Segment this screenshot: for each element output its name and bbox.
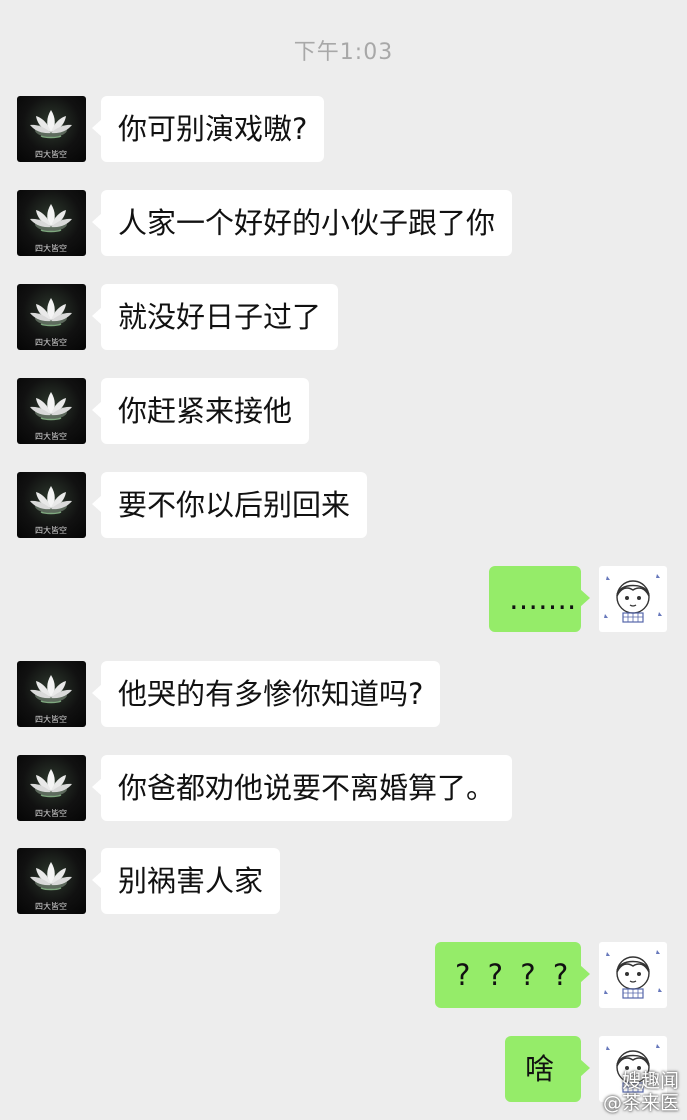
avatar-caption: 四大皆空: [35, 714, 67, 724]
watermark-line-2: @茶来医: [602, 1092, 679, 1114]
message-row-outgoing: 啥: [0, 1036, 687, 1102]
message-row-incoming: 四大皆空 人家一个好好的小伙子跟了你: [0, 190, 687, 256]
contact-avatar[interactable]: 四大皆空: [17, 755, 86, 821]
message-bubble[interactable]: 别祸害人家: [91, 848, 281, 914]
message-bubble[interactable]: 人家一个好好的小伙子跟了你: [91, 190, 513, 256]
message-bubble[interactable]: 你赶紧来接他: [91, 378, 310, 444]
message-row-incoming: 四大皆空 就没好日子过了: [0, 284, 687, 350]
message-row-incoming: 四大皆空 你赶紧来接他: [0, 378, 687, 444]
avatar-caption: 四大皆空: [35, 149, 67, 159]
message-row-incoming: 四大皆空 要不你以后别回来: [0, 472, 687, 538]
watermark-line-1: 嫂趣闻: [621, 1070, 679, 1092]
avatar-caption: 四大皆空: [35, 243, 67, 253]
avatar-caption: 四大皆空: [35, 808, 67, 818]
message-bubble[interactable]: …….: [489, 566, 590, 632]
avatar-caption: 四大皆空: [35, 337, 67, 347]
lotus-icon: 四大皆空: [30, 110, 72, 159]
message-row-outgoing: …….: [0, 566, 687, 632]
contact-avatar[interactable]: 四大皆空: [17, 190, 86, 256]
contact-avatar[interactable]: 四大皆空: [17, 284, 86, 350]
message-bubble[interactable]: 你爸都劝他说要不离婚算了。: [91, 755, 513, 821]
cartoon-girl-icon: [604, 950, 662, 999]
chat-timestamp: 下午1:03: [293, 40, 394, 65]
message-bubble[interactable]: 你可别演戏嗷?: [91, 96, 325, 162]
lotus-icon: 四大皆空: [30, 862, 72, 911]
message-bubble[interactable]: 要不你以后别回来: [91, 472, 368, 538]
lotus-icon: 四大皆空: [30, 675, 72, 724]
message-bubble[interactable]: 他哭的有多惨你知道吗?: [91, 661, 441, 727]
message-bubble[interactable]: ? ? ? ?: [435, 942, 590, 1008]
user-avatar[interactable]: [599, 942, 667, 1008]
message-row-incoming: 四大皆空 你爸都劝他说要不离婚算了。: [0, 755, 687, 821]
lotus-icon: 四大皆空: [30, 204, 72, 253]
avatar-caption: 四大皆空: [35, 525, 67, 535]
contact-avatar[interactable]: 四大皆空: [17, 848, 86, 914]
contact-avatar[interactable]: 四大皆空: [17, 96, 86, 162]
message-row-incoming: 四大皆空 他哭的有多惨你知道吗?: [0, 661, 687, 727]
cartoon-girl-icon: [604, 574, 662, 623]
lotus-icon: 四大皆空: [30, 298, 72, 347]
message-row-incoming: 四大皆空 别祸害人家: [0, 848, 687, 914]
message-bubble[interactable]: 就没好日子过了: [91, 284, 339, 350]
message-row-outgoing: ? ? ? ?: [0, 942, 687, 1008]
user-avatar[interactable]: [599, 566, 667, 632]
lotus-icon: 四大皆空: [30, 486, 72, 535]
watermark: 嫂趣闻 @茶来医: [603, 1070, 679, 1114]
message-row-incoming: 四大皆空 你可别演戏嗷?: [0, 96, 687, 162]
message-bubble[interactable]: 啥: [505, 1036, 590, 1102]
avatar-caption: 四大皆空: [35, 431, 67, 441]
lotus-icon: 四大皆空: [30, 392, 72, 441]
avatar-caption: 四大皆空: [35, 901, 67, 911]
contact-avatar[interactable]: 四大皆空: [17, 378, 86, 444]
contact-avatar[interactable]: 四大皆空: [17, 661, 86, 727]
lotus-icon: 四大皆空: [30, 769, 72, 818]
contact-avatar[interactable]: 四大皆空: [17, 472, 86, 538]
